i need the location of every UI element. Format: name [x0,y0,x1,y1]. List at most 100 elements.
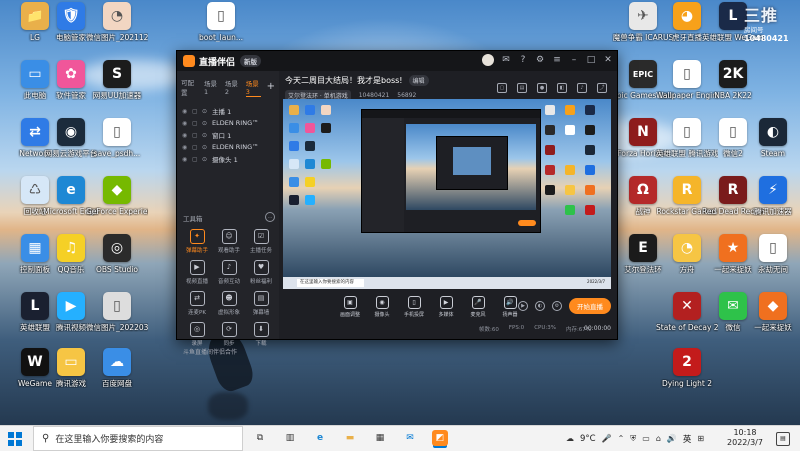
scene-tab[interactable]: 可配置 [181,77,198,97]
source-action-button[interactable]: ◉ 摄像头 [371,296,393,318]
taskbar-file-manager-icon[interactable]: ▥ [282,430,298,446]
tool-button[interactable]: ▶ 视频直播 [181,260,213,285]
desktop-icon[interactable]: 2K NBA 2K22 [702,60,764,100]
network-icon[interactable]: ⌂ [656,434,661,443]
visibility-icon[interactable]: ◉ [182,156,189,163]
tool-button[interactable]: ☑ 主播任务 [245,229,277,254]
visibility-icon[interactable]: ◉ [182,120,189,127]
display-icon[interactable]: ▭ [642,434,650,443]
user-avatar[interactable] [482,54,494,66]
keyboard-icon[interactable]: ⊞ [697,434,704,443]
start-live-button[interactable]: 开始直播 [569,298,611,314]
video-icon[interactable]: ▶ [518,301,528,311]
gear-icon[interactable]: ⚙ [552,301,562,311]
tool-button[interactable]: ☻ 虚拟形象 [213,291,245,316]
security-icon[interactable]: ⛨ [630,434,636,444]
source-item[interactable]: ◉ ▢ ⊙ ELDEN RING™ [177,117,279,129]
screenshot-icon[interactable]: ◧ [557,83,567,93]
desktop-icon[interactable]: ▯ boot_laun... [190,2,252,42]
chevron-up-icon[interactable]: ⌃ [618,434,625,443]
menu-icon[interactable]: ≡ [552,55,562,65]
lock-icon[interactable]: ▢ [192,156,199,163]
taskbar-task-view-icon[interactable]: ⧉ [252,430,268,446]
floating-stream-widget[interactable]: 三推 房间号 10480421 [744,2,798,54]
source-item[interactable]: ◉ ▢ ⊙ ELDEN RING™ [177,141,279,153]
source-action-button[interactable]: 🎤 麦克风 [467,296,489,318]
volume-icon[interactable]: 🔊 [667,434,677,443]
desktop-icon[interactable]: ▯ save_psdh... [86,118,148,158]
desktop-icon[interactable]: ◆ 一起来捉妖 [742,292,800,332]
taskbar-store-icon[interactable]: ▦ [372,430,388,446]
source-item[interactable]: ◉ ▢ ⊙ 主播 1 [177,105,279,117]
weather-icon[interactable]: ☁ [566,434,574,443]
lock-icon[interactable]: ▢ [497,83,507,93]
tool-button[interactable]: ⟳ 同步 [213,322,245,347]
desktop-icon[interactable]: ☁ 百度网盘 [86,348,148,388]
edit-title-button[interactable]: 编辑 [408,75,429,86]
tool-button[interactable]: ⇄ 连麦PK [181,291,213,316]
desktop-icon[interactable]: 2 Dying Light 2 [656,348,718,388]
scene-tab[interactable]: 场景1 [204,78,219,96]
desktop-icon[interactable]: ◎ OBS Studio [86,234,148,274]
minimize-icon[interactable]: – [569,55,579,65]
status-item: CPU:3% [534,325,556,331]
visibility-icon[interactable]: ◉ [182,108,189,115]
desktop-icon[interactable]: ▯ 微信图片_2022030... [86,292,148,332]
lock-icon[interactable]: ▢ [192,120,199,127]
help-icon[interactable]: ? [518,55,528,65]
desktop-icon[interactable]: S 网易UU加速器 [86,60,148,100]
tool-button[interactable]: ✦ 弹幕助手 [181,229,213,254]
tool-button[interactable]: ▤ 弹幕墙 [245,291,277,316]
scene-tab[interactable]: 场景2 [225,78,240,96]
lock-icon[interactable]: ▢ [192,108,199,115]
app-titlebar[interactable]: 直播伴侣 新版 ✉ ? ⚙ ≡ – □ ✕ [177,51,617,71]
ime-indicator[interactable]: 英 [683,433,692,445]
visibility-icon[interactable]: ◉ [182,132,189,139]
desktop-icon[interactable]: ▯ 永劫无间 [742,234,800,274]
record-icon[interactable]: ● [537,83,547,93]
visibility-icon[interactable]: ◉ [182,144,189,151]
taskbar-mail-icon[interactable]: ✉ [402,430,418,446]
layout-icon[interactable]: ▤ [517,83,527,93]
source-action-button[interactable]: ▣ 画面调整 [339,296,361,318]
notification-icon[interactable]: ♪ [577,83,587,93]
scene-tab[interactable]: 场景3 [245,78,261,97]
start-button[interactable] [8,432,22,446]
desktop-icon[interactable]: ◆ GeForce Experience [86,176,148,216]
tool-button[interactable]: ♥ 粉丝福利 [245,260,277,285]
message-icon[interactable]: ✉ [501,55,511,65]
notification-center-icon[interactable]: ▤ [776,432,790,446]
maximize-icon[interactable]: □ [586,55,596,65]
source-action-button[interactable]: ▶ 多媒体 [435,296,457,318]
tool-button[interactable]: ☺ 观看助手 [213,229,245,254]
taskbar-folder-icon[interactable]: ▬ [342,430,358,446]
close-icon[interactable]: ✕ [603,55,613,65]
tool-icon: ☺ [221,229,237,244]
taskbar-live-app-icon[interactable]: ◩ [432,430,448,446]
stream-preview[interactable]: 在这里输入你要搜索的内容 2022/3/7 [283,99,611,289]
toolbox-more-icon[interactable]: … [265,212,275,222]
source-action-button[interactable]: ▯ 手机投屏 [403,296,425,318]
settings-icon[interactable]: ⚙ [535,55,545,65]
taskbar-search[interactable]: ⚲ 在这里输入你要搜索的内容 [33,426,243,451]
taskbar-clock[interactable]: 10:18 2022/3/7 [722,428,768,448]
desktop-icon[interactable]: ◔ 微信图片_2021122... [86,2,148,42]
tool-button[interactable]: ◎ 录屏 [181,322,213,347]
lock-icon[interactable]: ▢ [192,132,199,139]
source-item[interactable]: ◉ ▢ ⊙ 摄像头 1 [177,153,279,165]
left-footer-text[interactable]: 斗鱼直播间伴侣合作 [183,347,237,356]
add-scene-icon[interactable]: + [267,82,275,92]
clip-icon[interactable]: ◐ [535,301,545,311]
lock-icon[interactable]: ▢ [192,144,199,151]
desktop-icon[interactable]: ◐ Steam [742,118,800,158]
source-item[interactable]: ◉ ▢ ⊙ 窗口 1 [177,129,279,141]
share-icon[interactable]: ⤴ [597,83,607,93]
mic-icon[interactable]: 🎤 [602,434,612,443]
desktop-icon[interactable]: ⚡ 腾讯加速器 [742,176,800,216]
tool-button[interactable]: ♪ 音频互动 [213,260,245,285]
app-icon: ▯ [673,118,701,146]
tool-button[interactable]: ⬇ 下载 [245,322,277,347]
version-badge[interactable]: 新版 [240,55,262,67]
taskbar-edge-icon[interactable]: e [312,430,328,446]
weather-temp[interactable]: 9°C [580,434,596,444]
